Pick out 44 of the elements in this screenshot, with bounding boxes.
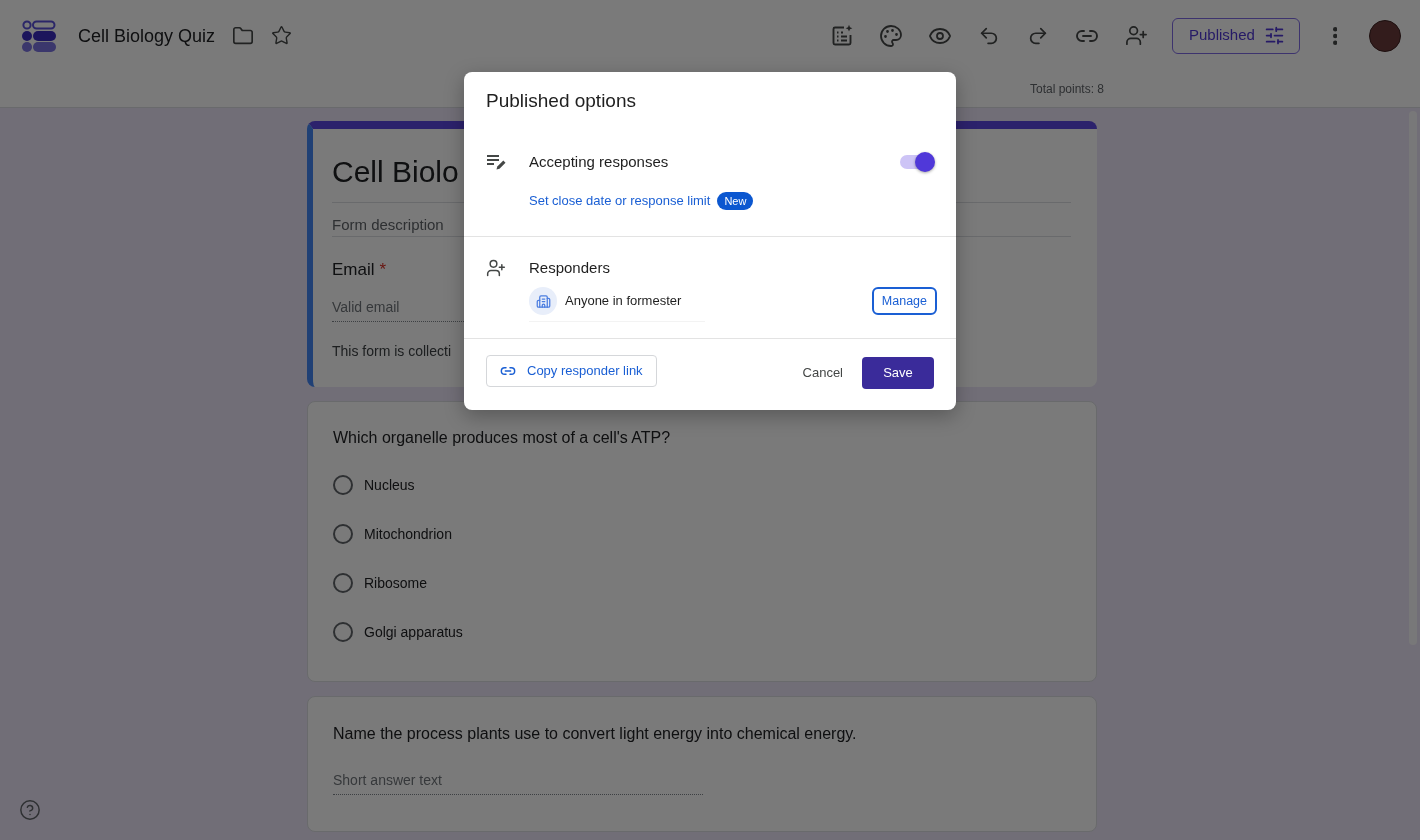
short-answer-field[interactable]: Short answer text [333,765,703,795]
option-label: Mitochondrion [364,524,452,544]
option-label: Ribosome [364,573,428,593]
folder-icon[interactable] [232,24,255,47]
email-field[interactable]: Valid email [332,292,462,321]
email-label: Email [332,259,375,282]
close-date-link[interactable]: Set close date or response limit [529,191,711,211]
responders-label: Responders [529,258,610,278]
manage-button[interactable]: Manage [871,287,937,315]
radio-button[interactable] [333,572,353,593]
cancel-button[interactable]: Cancel [802,357,843,389]
document-title[interactable]: Cell Biology Quiz [78,23,216,48]
radio-button[interactable] [333,523,353,544]
question-text: Which organelle produces most of a cell's ATP? [333,428,672,448]
building-icon [529,287,557,315]
accepting-responses-label: Accepting responses [529,151,669,172]
form-description-field[interactable]: Form description [332,213,462,236]
copy-link-button[interactable]: Copy responder link [486,355,657,387]
form-title-field[interactable]: Cell Biolo [332,152,463,191]
required-asterisk: * [379,259,387,282]
new-badge: New [717,192,754,210]
person-add-icon [1124,24,1148,48]
edit-note-icon [486,154,506,170]
toggle-switch[interactable] [899,152,935,172]
save-button[interactable]: Save [862,357,934,389]
radio-button[interactable] [333,621,353,642]
dialog-title: Published options [486,89,636,113]
total-points: Total points: 8 [1029,81,1104,99]
more-vertical-icon [1332,26,1338,45]
question-text: Name the process plants use to convert light energy into chemical energy. [333,724,858,744]
person-add-icon [486,258,506,278]
audience-text: Anyone in formester [565,292,682,311]
form-sparkle-icon [830,23,854,48]
collecting-emails-note: This form is collecti [332,341,452,361]
published-button[interactable]: Published [1172,17,1300,54]
sliders-icon [1264,25,1285,47]
option-label: Golgi apparatus [364,622,463,642]
help-icon[interactable] [19,799,41,821]
radio-button[interactable] [333,474,353,495]
app-logo[interactable] [22,19,56,52]
option-label: Nucleus [364,475,415,495]
star-icon[interactable] [270,24,293,47]
avatar[interactable] [1369,19,1401,52]
palette-icon [879,23,903,48]
